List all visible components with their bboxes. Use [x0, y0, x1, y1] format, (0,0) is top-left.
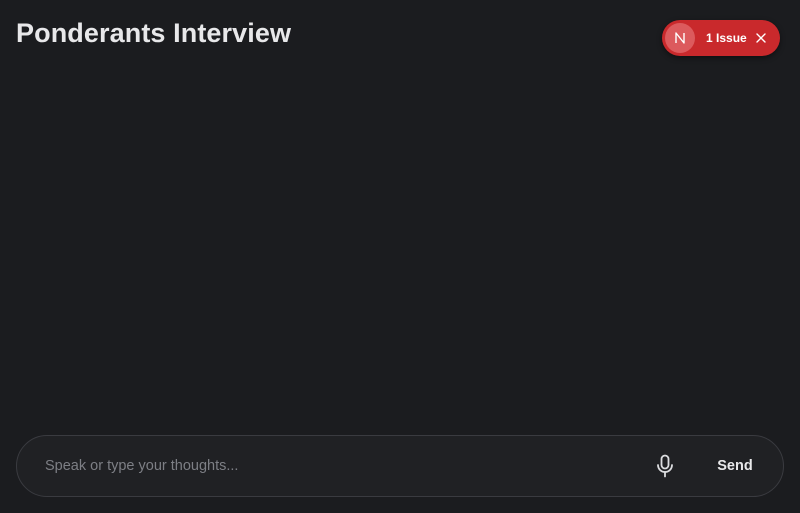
send-button[interactable]: Send — [705, 450, 765, 482]
message-composer: Send — [16, 435, 784, 497]
microphone-button[interactable] — [653, 453, 677, 479]
issues-indicator-button[interactable]: 1 Issue — [662, 20, 780, 56]
message-input[interactable] — [45, 436, 625, 496]
n-letter-icon — [675, 32, 685, 44]
issue-count-label: 1 Issue — [706, 31, 747, 45]
close-icon[interactable] — [755, 32, 767, 44]
nextjs-logo-icon — [665, 23, 695, 53]
page-title: Ponderants Interview — [16, 18, 292, 48]
microphone-icon — [657, 454, 673, 478]
